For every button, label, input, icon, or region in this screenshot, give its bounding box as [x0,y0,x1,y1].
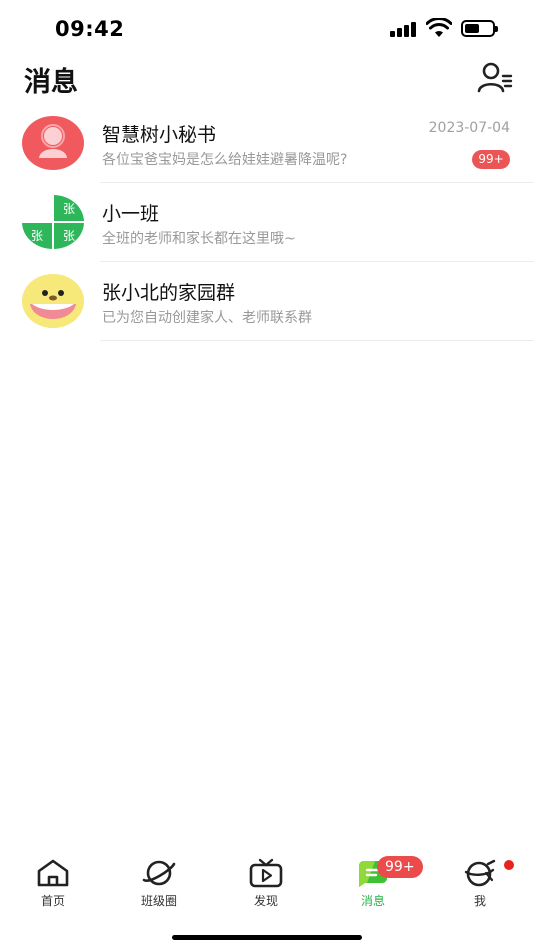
avatar-initial: 张 [31,229,43,243]
tab-label: 消息 [360,894,385,908]
conversation-item[interactable]: 张小北的家园群 已为您自动创建家人、老师联系群 [0,262,534,341]
class-group-avatar: 张 张 张 [22,195,84,249]
conversation-preview: 全班的老师和家长都在这里哦~ [102,231,296,247]
divider [100,340,534,341]
avatar-initial: 张 [63,202,75,216]
conversation-preview: 各位宝爸宝妈是怎么给娃娃避暑降温呢? [102,152,348,168]
bottom-tab-bar: 首页 班级圈 发现 消息 我 [0,852,534,918]
messages-screen: 09:42 消息 智慧树小秘书 各位宝爸宝妈是怎么给娃娃避暑降温呢? 2023-… [0,0,534,950]
tab-label: 班级圈 [140,894,177,908]
tv-play-icon [249,858,283,888]
unread-badge: 99+ [472,150,510,169]
contacts-icon[interactable] [477,62,513,94]
tab-home[interactable]: 首页 [18,852,88,912]
planet-icon [142,860,176,886]
wifi-icon [426,18,452,37]
messages-tab-badge: 99+ [377,856,423,878]
conversation-item[interactable]: 智慧树小秘书 各位宝爸宝妈是怎么给娃娃避暑降温呢? 2023-07-04 99+ [0,104,534,183]
battery-icon [461,20,498,37]
tab-discover[interactable]: 发现 [231,852,301,912]
conversation-item[interactable]: 张 张 张 小一班 全班的老师和家长都在这里哦~ [0,183,534,262]
conversation-name: 小一班 [102,203,160,225]
home-icon [37,859,69,887]
tab-class-circle[interactable]: 班级圈 [124,852,194,912]
status-time: 09:42 [55,17,125,41]
conversation-list: 智慧树小秘书 各位宝爸宝妈是怎么给娃娃避暑降温呢? 2023-07-04 99+… [0,104,534,341]
home-indicator [172,935,362,940]
tab-label: 发现 [253,894,278,908]
conversation-name: 智慧树小秘书 [102,124,217,146]
cellular-signal-icon [390,21,418,37]
tab-label: 首页 [40,894,65,908]
conversation-time: 2023-07-04 [428,120,510,136]
avatar-initial: 张 [63,229,75,243]
conversation-preview: 已为您自动创建家人、老师联系群 [102,310,312,326]
page-title: 消息 [24,67,78,98]
family-group-avatar [22,274,84,328]
profile-planet-icon [464,859,496,887]
notification-dot [504,860,514,870]
tab-label: 我 [473,894,486,908]
secretary-avatar [22,116,84,170]
status-bar: 09:42 [0,0,534,58]
conversation-name: 张小北的家园群 [102,282,236,304]
